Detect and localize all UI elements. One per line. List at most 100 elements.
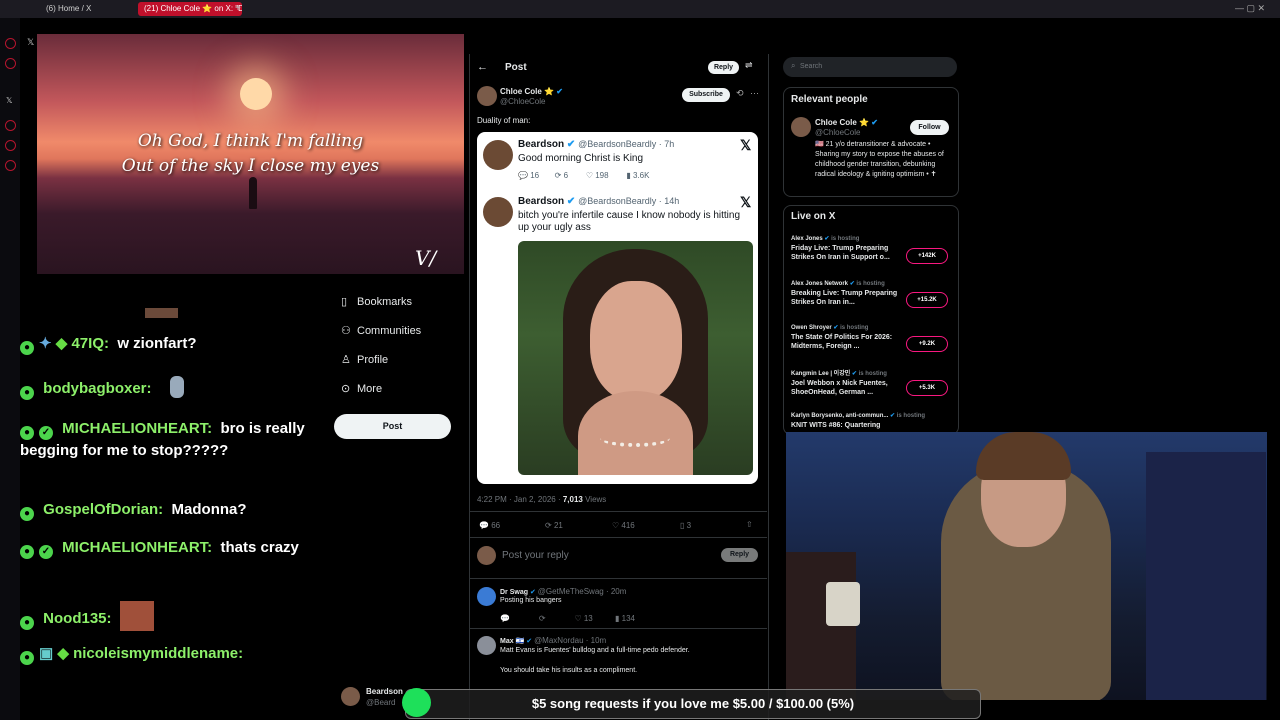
guitar-shelf xyxy=(786,552,856,700)
chat-username[interactable]: nicoleismymiddlename: xyxy=(73,645,243,662)
like-action[interactable]: ♡ 416 xyxy=(612,521,635,530)
reply-handle: @MaxNordau · 10m xyxy=(534,636,607,645)
reply-text: Posting his bangers xyxy=(500,597,562,604)
repost-action[interactable]: ⟳ 21 xyxy=(545,521,563,530)
nav-bookmarks[interactable]: ▯ Bookmarks xyxy=(341,293,412,311)
live-item[interactable]: Alex Jones ✔ is hosting Friday Live: Tru… xyxy=(791,235,899,262)
x-logo-icon: 𝕏 xyxy=(740,137,752,153)
chat-username[interactable]: GospelOfDorian: xyxy=(43,501,163,518)
live-item[interactable]: Kangmin Lee | 이강민 ✔ is hosting Joel Webb… xyxy=(791,368,899,397)
sidebar-app-icon[interactable] xyxy=(5,140,16,151)
reply-input[interactable]: Post your reply xyxy=(502,550,569,561)
subscribe-button[interactable]: Subscribe xyxy=(682,88,730,102)
nav-label: Profile xyxy=(357,354,389,366)
stat-replies: 16 xyxy=(530,171,540,180)
reply-author: Dr Swag ✔ @GetMeTheSwag · 20m xyxy=(500,587,627,596)
listener-count: +9.2K xyxy=(906,336,948,352)
live-item[interactable]: Karlyn Borysenko, anti-commun... ✔ is ho… xyxy=(791,412,925,430)
host-status: is hosting xyxy=(896,413,926,419)
stat-likes: 13 xyxy=(583,614,593,623)
more-options-icon[interactable]: ··· xyxy=(750,88,759,98)
stat-reposts: 6 xyxy=(563,171,569,180)
quote-avatar xyxy=(483,197,513,227)
profile-icon: ♙ xyxy=(341,354,351,366)
new-tab-button[interactable]: + xyxy=(235,3,241,14)
verified-badge-icon: ✓ xyxy=(39,426,53,440)
nav-more[interactable]: ⊙ More xyxy=(341,380,382,398)
quote-handle: @BeardsonBeardly · 7h xyxy=(578,139,675,149)
reply-header-button[interactable]: Reply xyxy=(708,61,739,74)
sidebar-app-icon[interactable] xyxy=(5,58,16,69)
search-placeholder: Search xyxy=(800,63,823,70)
timestamp-text: 4:22 PM · Jan 2, 2026 · xyxy=(477,495,561,504)
host-name: Karlyn Borysenko, anti-commun... xyxy=(791,413,889,419)
sidebar-app-icon[interactable] xyxy=(5,38,16,49)
grok-icon[interactable]: ⟲ xyxy=(736,88,744,99)
sun xyxy=(240,78,272,110)
quote-text: Good morning Christ is King xyxy=(518,153,644,164)
x-icon[interactable]: 𝕏 xyxy=(6,96,12,105)
account-avatar[interactable] xyxy=(341,687,360,706)
nav-profile[interactable]: ♙ Profile xyxy=(341,351,388,369)
chat-username[interactable]: MICHAELIONHEART: xyxy=(62,420,212,437)
stat-reposts: 21 xyxy=(553,521,563,530)
back-arrow-icon[interactable]: ← xyxy=(477,61,488,73)
tab-chloe-cole[interactable]: (21) Chloe Cole ⭐ on X: "D xyxy=(138,2,242,16)
tab-home-x[interactable]: (6) Home / X xyxy=(40,2,140,16)
quote-name: Beardson xyxy=(518,139,565,150)
share-icon[interactable]: ⇧ xyxy=(746,520,753,529)
settings-icon[interactable]: ⇌ xyxy=(745,60,753,71)
woman-portrait-image xyxy=(518,241,753,475)
search-input[interactable]: ⌕ Search xyxy=(783,57,957,77)
account-name: Beardson xyxy=(366,687,403,696)
reply-name: Max 🇮🇱 xyxy=(500,638,525,645)
author-handle[interactable]: @ChloeCole xyxy=(500,97,545,106)
reply-submit-button[interactable]: Reply xyxy=(721,548,758,562)
chat-username[interactable]: Nood135: xyxy=(43,610,111,627)
chat-username[interactable]: MICHAELIONHEART: xyxy=(62,539,212,556)
window-controls[interactable]: — ▢ ✕ xyxy=(1235,3,1265,14)
person-name[interactable]: Chloe Cole ⭐ ✔ xyxy=(815,118,878,127)
stat-bookmarks: 3 xyxy=(686,521,692,530)
quote-avatar xyxy=(483,140,513,170)
live-item[interactable]: Owen Shroyer ✔ is hosting The State Of P… xyxy=(791,324,899,351)
person-name-text: Chloe Cole ⭐ xyxy=(815,118,869,127)
follow-button[interactable]: Follow xyxy=(910,120,949,135)
chat-username[interactable]: 47IQ: xyxy=(71,335,109,352)
author-avatar[interactable] xyxy=(477,86,497,106)
moderator-badge-icon: ● xyxy=(20,545,34,559)
bookmark-action[interactable]: ▯ 3 xyxy=(680,521,691,530)
gem-icon: ▣ xyxy=(39,645,54,662)
live-host: Owen Shroyer ✔ is hosting xyxy=(791,325,869,331)
reply-text: Matt Evans is Fuentes' bulldog and a ful… xyxy=(500,647,690,654)
sidebar-app-icon[interactable] xyxy=(5,160,16,171)
moderator-badge-icon: ● xyxy=(20,386,34,400)
mug xyxy=(826,582,860,626)
nav-communities[interactable]: ⚇ Communities xyxy=(341,322,421,340)
x-logo-icon[interactable]: 𝕏 xyxy=(27,37,34,48)
own-avatar xyxy=(477,546,496,565)
tab-label: (21) Chloe Cole ⭐ on X: "D xyxy=(144,4,242,13)
stat-views: 134 xyxy=(621,614,635,623)
post-timestamp: 4:22 PM · Jan 2, 2026 · 7,013 Views xyxy=(477,495,606,504)
chat-username[interactable]: bodybagboxer: xyxy=(43,380,151,397)
reply-avatar[interactable] xyxy=(477,587,496,606)
reply-action[interactable]: 💬 66 xyxy=(479,521,500,530)
host-name: Kangmin Lee | 이강민 xyxy=(791,371,851,377)
live-host: Karlyn Borysenko, anti-commun... ✔ is ho… xyxy=(791,413,926,419)
author-name[interactable]: Chloe Cole ⭐ ✔ xyxy=(500,87,563,96)
chat-message: ● ▣ ◆ nicoleismymiddlename: xyxy=(20,643,320,665)
sidebar-app-icon[interactable] xyxy=(5,120,16,131)
more-icon: ⊙ xyxy=(341,383,351,395)
person-avatar[interactable] xyxy=(791,117,811,137)
post-button[interactable]: Post xyxy=(334,414,451,439)
reply-avatar[interactable] xyxy=(477,636,496,655)
live-item[interactable]: Alex Jones Network ✔ is hosting Breaking… xyxy=(791,280,899,307)
live-host: Alex Jones ✔ is hosting xyxy=(791,236,860,242)
stat-views: 3.6K xyxy=(632,171,650,180)
views-label: Views xyxy=(585,495,607,504)
stat-likes: 198 xyxy=(595,171,609,180)
divider xyxy=(469,628,767,629)
channel-logo: V/ xyxy=(415,246,437,270)
reply-icon: 💬 xyxy=(479,521,489,530)
